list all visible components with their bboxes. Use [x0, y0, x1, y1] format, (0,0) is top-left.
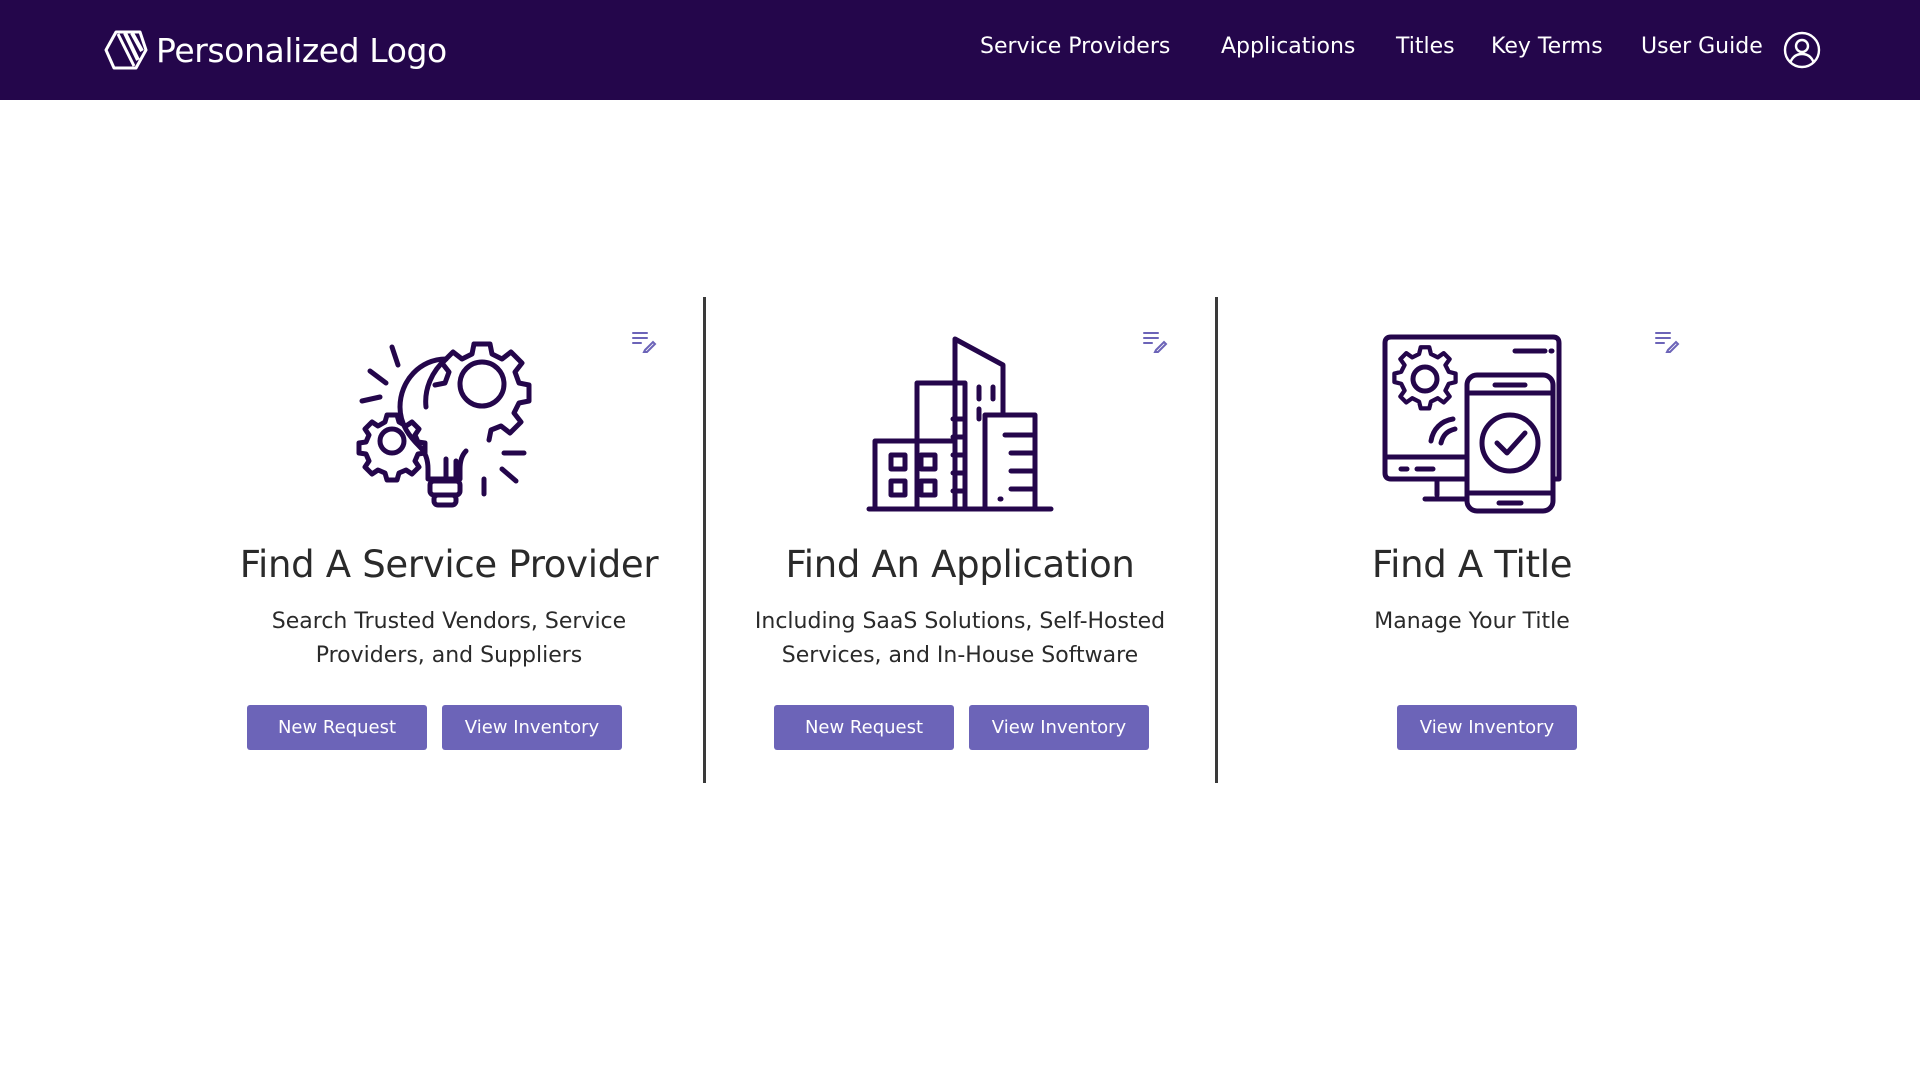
nav-key-terms[interactable]: Key Terms [1491, 34, 1603, 59]
nav-applications[interactable]: Applications [1221, 34, 1355, 59]
card-illustration [1377, 329, 1567, 519]
card-title: Find An Application [785, 543, 1135, 586]
card-illustration [865, 329, 1055, 519]
card-title-search: Find A Title Manage Your Title View Inve… [1232, 297, 1712, 783]
edit-list-icon[interactable] [1654, 329, 1680, 353]
card-application: Find An Application Including SaaS Solut… [720, 297, 1200, 783]
gear-lightbulb-icon [356, 341, 532, 508]
card-subtitle: Including SaaS Solutions, Self-Hosted Se… [754, 609, 1166, 668]
new-request-button[interactable]: New Request [247, 705, 427, 750]
buildings-icon [866, 336, 1054, 512]
card-illustration [354, 329, 544, 519]
new-request-button[interactable]: New Request [774, 705, 954, 750]
top-navigation-bar: Personalized Logo Service Providers Appl… [0, 0, 1920, 100]
edit-list-icon[interactable] [1142, 329, 1168, 353]
edit-list-icon[interactable] [631, 329, 657, 353]
card-divider [703, 297, 706, 783]
view-inventory-button[interactable]: View Inventory [442, 705, 622, 750]
nav-service-providers[interactable]: Service Providers [980, 34, 1170, 59]
nav-user-guide[interactable]: User Guide [1641, 34, 1763, 59]
nav-titles[interactable]: Titles [1396, 34, 1455, 59]
main-nav: Service Providers Applications Titles Ke… [0, 0, 1920, 100]
user-circle-icon [1783, 31, 1821, 69]
card-service-provider: Find A Service Provider Search Trusted V… [209, 297, 689, 783]
card-title: Find A Title [1371, 543, 1573, 586]
view-inventory-button[interactable]: View Inventory [1397, 705, 1577, 750]
card-subtitle: Search Trusted Vendors, Service Provider… [271, 609, 627, 668]
card-divider [1215, 297, 1218, 783]
view-inventory-button[interactable]: View Inventory [969, 705, 1149, 750]
card-subtitle: Manage Your Title [1374, 609, 1570, 634]
card-title: Find A Service Provider [239, 543, 659, 586]
devices-check-icon [1382, 334, 1562, 514]
user-account-button[interactable] [1783, 31, 1821, 69]
